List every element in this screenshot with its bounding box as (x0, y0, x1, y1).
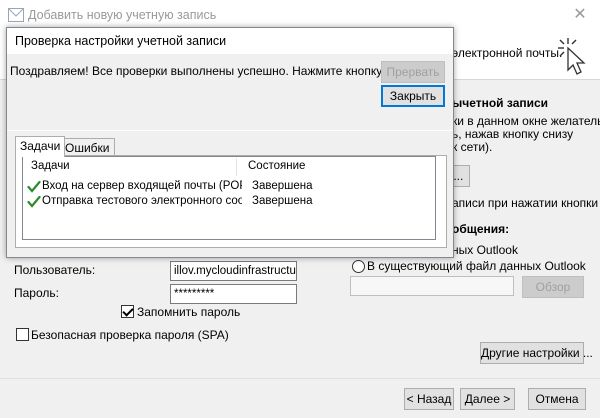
existing-data-file-input[interactable] (350, 276, 514, 296)
more-settings-button[interactable]: Другие настройки ... (480, 342, 593, 364)
next-label: Далее > (464, 392, 511, 406)
settings-hint-line: аписи при нажатии кнопки (452, 196, 599, 210)
new-data-file-label: ных Outlook (452, 243, 518, 257)
tasks-list[interactable]: Задачи Состояние Вход на сервер входящей… (22, 156, 436, 240)
wizard-title: Добавить новую учетную запись (28, 8, 217, 22)
column-divider[interactable] (236, 158, 237, 176)
password-input[interactable]: ********* (170, 284, 297, 304)
deliver-section-title: общения: (452, 222, 510, 236)
user-input[interactable]: illov.mycloudinfrastructure.ru (170, 261, 297, 281)
password-label: Пароль: (14, 286, 59, 300)
next-button[interactable]: Далее > (460, 388, 515, 410)
close-button[interactable]: Закрыть (381, 85, 445, 107)
settings-hint-line: к сети). (452, 140, 493, 154)
test-account-settings-dialog: Проверка настройки учетной записи Поздра… (6, 27, 454, 258)
task-name: Отправка тестового электронного сообщ... (42, 195, 242, 207)
stop-button[interactable]: Прервать (381, 61, 445, 83)
settings-hint-line: ь, нажав кнопку снизу (452, 127, 574, 141)
stop-label: Прервать (386, 65, 440, 79)
dialog-titlebar: Проверка настройки учетной записи (7, 28, 453, 54)
dialog-tab-strip: Задачи Ошибки (15, 136, 447, 157)
dialog-title: Проверка настройки учетной записи (15, 34, 227, 48)
settings-section-title: ычетной записи (452, 96, 549, 110)
back-button[interactable]: < Назад (404, 388, 454, 410)
tab-errors-label: Ошибки (65, 141, 110, 155)
user-label: Пользователь: (14, 263, 96, 277)
close-label: Закрыть (389, 89, 437, 103)
browse-button[interactable]: Обзор (522, 276, 584, 298)
tasks-list-header: Задачи Состояние (23, 157, 435, 177)
task-name: Вход на сервер входящей почты (POP3) (42, 180, 242, 192)
cancel-label: Отмена (535, 392, 579, 406)
remember-password-label: Запомнить пароль (137, 305, 241, 319)
tab-tasks[interactable]: Задачи (15, 136, 66, 157)
browse-label: Обзор (535, 280, 571, 294)
existing-data-file-radio[interactable] (352, 260, 365, 273)
task-state: Завершена (252, 180, 313, 192)
settings-hint-line: ки в данном окне желательно (452, 114, 600, 128)
wizard-titlebar: Добавить новую учетную запись ✕ (0, 0, 600, 30)
cancel-button[interactable]: Отмена (528, 388, 586, 410)
column-header-task[interactable]: Задачи (31, 160, 70, 172)
table-row[interactable]: Вход на сервер входящей почты (POP3) Зав… (23, 179, 435, 195)
mouse-click-icon (558, 38, 586, 75)
spa-checkbox[interactable] (16, 328, 29, 341)
dialog-separator (7, 130, 453, 131)
tab-tasks-label: Задачи (20, 139, 61, 153)
check-icon (27, 180, 41, 193)
check-icon (27, 195, 41, 208)
existing-data-file-label: В существующий файл данных Outlook (367, 259, 586, 273)
back-label: < Назад (406, 392, 452, 406)
spa-label: Безопасная проверка пароля (SPA) (31, 328, 229, 342)
tasks-tab-panel: Задачи Состояние Вход на сервер входящей… (15, 155, 447, 248)
close-icon[interactable]: ✕ (568, 4, 592, 26)
more-settings-label: Другие настройки ... (481, 346, 593, 360)
table-row[interactable]: Отправка тестового электронного сообщ...… (23, 194, 435, 210)
wizard-header-text: электронной почты. (452, 46, 563, 60)
dialog-message: Поздравляем! Все проверки выполнены успе… (10, 64, 444, 78)
outlook-mail-icon (8, 8, 24, 22)
tab-errors[interactable]: Ошибки (60, 138, 115, 156)
column-header-state[interactable]: Состояние (248, 160, 305, 172)
task-state: Завершена (252, 195, 313, 207)
remember-password-checkbox[interactable] (121, 305, 134, 318)
